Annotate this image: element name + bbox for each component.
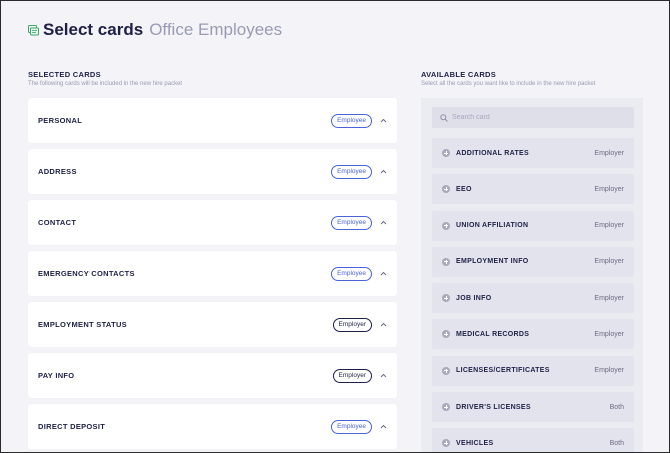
available-card[interactable]: VEHICLES Both — [432, 428, 634, 453]
selected-cards-heading: SELECTED CARDS — [28, 70, 101, 79]
add-icon[interactable] — [442, 330, 450, 339]
chevron-up-icon[interactable] — [380, 169, 387, 174]
chevron-up-icon[interactable] — [380, 118, 387, 123]
available-card[interactable]: ADDITIONAL RATES Employer — [432, 138, 634, 168]
role-badge: Employee — [331, 215, 372, 230]
search-icon — [440, 113, 448, 122]
available-card[interactable]: EEO Employer — [432, 174, 634, 205]
available-card[interactable]: UNION AFFILIATION Employer — [432, 210, 634, 241]
available-card-label: JOB INFO — [456, 294, 492, 302]
page-header: Select cards Office Employees — [28, 18, 282, 42]
selected-card-label: EMERGENCY CONTACTS — [38, 269, 135, 278]
cards-icon — [28, 24, 39, 35]
available-card[interactable]: DRIVER'S LICENSES Both — [432, 392, 634, 423]
selected-card-label: PERSONAL — [38, 116, 83, 125]
selected-card[interactable]: DIRECT DEPOSIT Employee — [28, 404, 397, 449]
available-cards-description: Select all the cards you want like to in… — [421, 81, 596, 87]
available-card-label: UNION AFFILIATION — [456, 222, 529, 230]
available-card-type: Employer — [594, 367, 624, 375]
selected-card[interactable]: CONTACT Employee — [28, 200, 397, 245]
role-badge: Employer — [332, 317, 372, 332]
available-card-type: Employer — [594, 294, 624, 302]
available-card[interactable]: JOB INFO Employer — [432, 283, 634, 314]
available-card-type: Employer — [594, 222, 624, 230]
role-badge: Employer — [332, 368, 372, 383]
selected-card[interactable]: ADDRESS Employee — [28, 149, 397, 194]
available-cards-panel: ADDITIONAL RATES Employer EEO Employer U… — [421, 98, 643, 453]
available-card-type: Both — [609, 403, 624, 411]
add-icon[interactable] — [442, 221, 450, 230]
add-icon[interactable] — [442, 366, 450, 375]
selected-card-label: ADDRESS — [38, 167, 77, 176]
search-box[interactable] — [432, 107, 634, 128]
available-card-type: Employer — [594, 258, 624, 266]
add-icon[interactable] — [442, 185, 450, 194]
role-badge: Employee — [331, 266, 372, 281]
selected-card[interactable]: EMERGENCY CONTACTS Employee — [28, 251, 397, 296]
add-icon[interactable] — [442, 294, 450, 303]
chevron-up-icon[interactable] — [380, 220, 387, 225]
page-title: Select cards — [43, 20, 144, 39]
available-card-type: Employer — [594, 330, 624, 338]
available-cards-list: ADDITIONAL RATES Employer EEO Employer U… — [432, 138, 634, 453]
selected-card[interactable]: PAY INFO Employer — [28, 353, 397, 398]
selected-card-label: EMPLOYMENT STATUS — [38, 320, 127, 329]
available-card-type: Both — [609, 439, 624, 447]
add-icon[interactable] — [442, 403, 450, 412]
selected-card-label: PAY INFO — [38, 371, 75, 380]
selected-card-label: CONTACT — [38, 218, 77, 227]
available-card[interactable]: EMPLOYMENT INFO Employer — [432, 246, 634, 277]
available-card-type: Employer — [594, 149, 624, 157]
selected-card[interactable]: EMPLOYMENT STATUS Employer — [28, 302, 397, 347]
available-card[interactable]: MEDICAL RECORDS Employer — [432, 319, 634, 350]
selected-card[interactable]: PERSONAL Employee — [28, 98, 397, 143]
chevron-up-icon[interactable] — [380, 271, 387, 276]
available-card-label: EMPLOYMENT INFO — [456, 258, 529, 266]
available-card-label: ADDITIONAL RATES — [456, 149, 529, 157]
available-card-type: Employer — [594, 185, 624, 193]
chevron-up-icon[interactable] — [380, 322, 387, 327]
add-icon[interactable] — [442, 257, 450, 266]
available-card[interactable]: LICENSES/CERTIFICATES Employer — [432, 355, 634, 386]
available-card-label: EEO — [456, 185, 472, 193]
add-icon[interactable] — [442, 439, 450, 448]
chevron-up-icon[interactable] — [380, 424, 387, 429]
role-badge: Employee — [331, 419, 372, 434]
add-icon[interactable] — [442, 149, 450, 157]
available-card-label: DRIVER'S LICENSES — [456, 403, 531, 411]
available-card-label: VEHICLES — [456, 439, 494, 447]
page-subtitle: Office Employees — [149, 20, 283, 39]
role-badge: Employee — [331, 113, 372, 128]
selected-cards-list: PERSONAL Employee ADDRESS Employee CONTA… — [28, 98, 397, 453]
selected-cards-description: The following cards will be included in … — [28, 81, 183, 87]
available-card-label: LICENSES/CERTIFICATES — [456, 367, 550, 375]
available-cards-heading: AVAILABLE CARDS — [421, 70, 497, 79]
chevron-up-icon[interactable] — [380, 373, 387, 378]
role-badge: Employee — [331, 164, 372, 179]
search-input[interactable] — [452, 114, 622, 121]
available-card-label: MEDICAL RECORDS — [456, 330, 530, 338]
selected-card-label: DIRECT DEPOSIT — [38, 422, 106, 431]
